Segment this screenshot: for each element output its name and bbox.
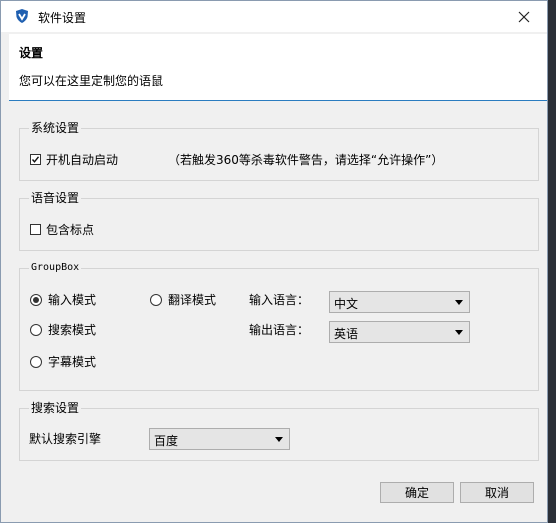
shield-app-icon <box>14 8 30 24</box>
voice-settings-label: 语音设置 <box>29 191 82 205</box>
subtitle-mode-label[interactable]: 字幕模式 <box>48 355 96 369</box>
subtitle-mode-radio[interactable] <box>30 356 42 368</box>
mode-group: GroupBox 输入模式 翻译模式 搜索模式 字幕模式 输入语言： 中文 输出… <box>19 261 539 391</box>
search-engine-label: 默认搜索引擎 <box>29 432 102 446</box>
system-settings-label: 系统设置 <box>29 121 82 135</box>
input-language-select[interactable]: 中文 <box>329 291 470 313</box>
system-settings-group: 系统设置 开机自动启动 （若触发360等杀毒软件警告，请选择“允许操作”） <box>19 121 539 181</box>
output-language-select[interactable]: 英语 <box>329 321 470 343</box>
search-settings-label: 搜索设置 <box>29 401 82 415</box>
ok-button[interactable]: 确定 <box>380 482 454 503</box>
dropdown-arrow-icon <box>275 437 283 442</box>
autostart-checkbox[interactable] <box>30 154 41 165</box>
input-mode-label[interactable]: 输入模式 <box>48 293 96 307</box>
dialog-header: 设置 您可以在这里定制您的语鼠 <box>9 34 547 101</box>
close-icon <box>518 11 530 22</box>
output-language-label: 输出语言： <box>249 323 310 337</box>
antivirus-note: （若触发360等杀毒软件警告，请选择“允许操作”） <box>168 153 444 167</box>
input-language-label: 输入语言： <box>249 293 310 307</box>
input-language-value: 中文 <box>334 297 359 311</box>
header-subtitle: 您可以在这里定制您的语鼠 <box>19 74 164 88</box>
dropdown-arrow-icon <box>455 330 463 335</box>
header-title: 设置 <box>19 46 44 60</box>
search-mode-radio[interactable] <box>30 324 42 336</box>
title-bar: 软件设置 <box>1 1 547 32</box>
cancel-button[interactable]: 取消 <box>460 482 534 503</box>
desktop-background <box>548 0 556 523</box>
search-engine-select[interactable]: 百度 <box>149 428 290 450</box>
settings-dialog: 软件设置 设置 您可以在这里定制您的语鼠 系统设置 开机自动启动 （若触发360… <box>0 0 548 523</box>
window-title: 软件设置 <box>38 11 87 25</box>
mode-group-label: GroupBox <box>29 261 82 275</box>
search-mode-label[interactable]: 搜索模式 <box>48 323 96 337</box>
close-button[interactable] <box>501 1 547 32</box>
output-language-value: 英语 <box>334 327 359 341</box>
punctuation-checkbox[interactable] <box>30 224 41 235</box>
punctuation-label[interactable]: 包含标点 <box>46 223 94 237</box>
search-settings-group: 搜索设置 默认搜索引擎 百度 <box>19 401 539 461</box>
translate-mode-label[interactable]: 翻译模式 <box>168 293 216 307</box>
dropdown-arrow-icon <box>455 300 463 305</box>
translate-mode-radio[interactable] <box>150 294 162 306</box>
radio-selected-dot <box>33 297 39 303</box>
checkmark-icon <box>31 156 40 163</box>
voice-settings-group: 语音设置 包含标点 <box>19 191 539 251</box>
autostart-label[interactable]: 开机自动启动 <box>46 153 118 167</box>
input-mode-radio[interactable] <box>30 294 42 306</box>
search-engine-value: 百度 <box>154 434 179 448</box>
